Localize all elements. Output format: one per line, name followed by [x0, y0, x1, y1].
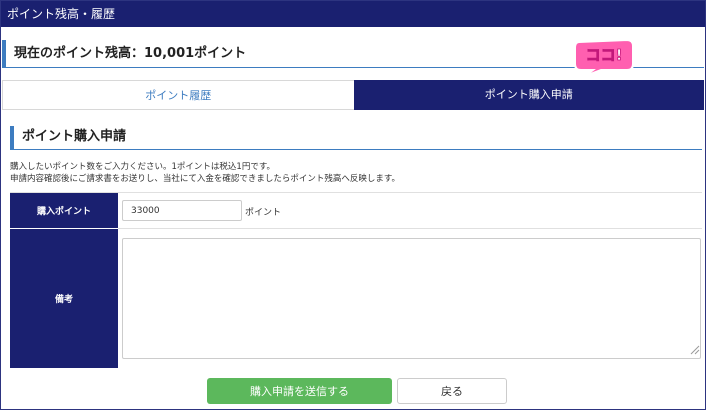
- purchase-form: 購入ポイント ポイント 備考: [10, 192, 702, 368]
- header-bar: ポイント残高・履歴: [1, 1, 705, 27]
- row-divider: [118, 228, 702, 229]
- notes-label: 備考: [10, 229, 118, 368]
- section-title: ポイント購入申請: [10, 126, 702, 150]
- badge-text: ココ!: [586, 46, 623, 64]
- header-title: ポイント残高・履歴: [7, 7, 116, 21]
- koko-badge: ココ!: [574, 38, 634, 76]
- tab-points-history[interactable]: ポイント履歴: [2, 80, 354, 110]
- tab-bar: ポイント履歴 ポイント購入申請: [2, 80, 704, 110]
- points-unit: ポイント: [245, 208, 282, 218]
- notes-label-text: 備考: [54, 295, 73, 305]
- description: 購入したいポイント数をご入力ください。1ポイントは税込1円です。 申請内容確認後…: [10, 161, 400, 185]
- description-line-2: 申請内容確認後にご請求書をお送りし、当社にて入金を確認できましたらポイント残高へ…: [10, 174, 400, 184]
- submit-button[interactable]: 購入申請を送信する: [207, 378, 392, 404]
- description-line-1: 購入したいポイント数をご入力ください。1ポイントは税込1円です。: [10, 162, 275, 172]
- notes-textarea[interactable]: [122, 238, 701, 359]
- points-input[interactable]: [122, 200, 242, 221]
- tab-points-purchase[interactable]: ポイント購入申請: [353, 80, 704, 110]
- points-label-text: 購入ポイント: [36, 207, 91, 217]
- resize-grip-icon[interactable]: [688, 343, 700, 355]
- points-label: 購入ポイント: [10, 193, 118, 228]
- back-button[interactable]: 戻る: [397, 378, 507, 404]
